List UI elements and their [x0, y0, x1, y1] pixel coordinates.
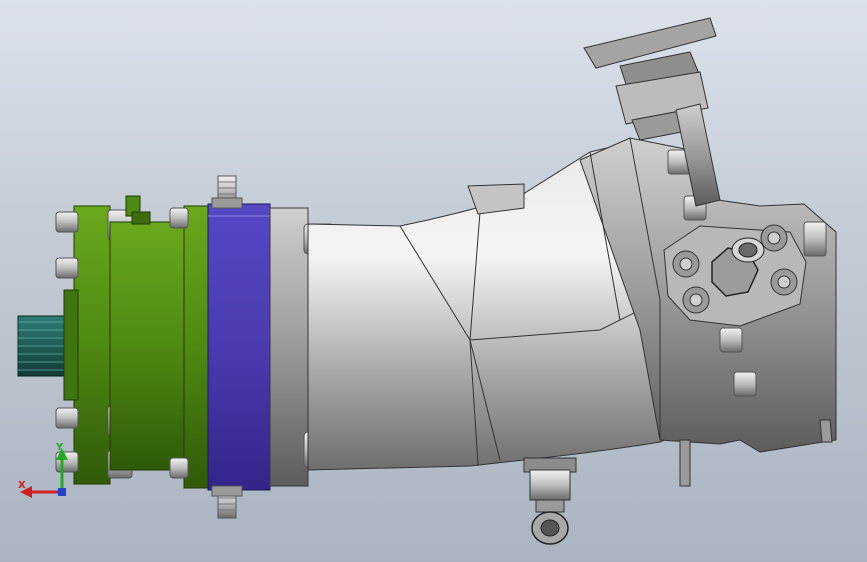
end-plate[interactable] — [207, 203, 271, 491]
pump-3d-model[interactable] — [0, 0, 867, 562]
coordinate-triad: X Y — [18, 442, 68, 498]
x-axis-label: X — [18, 480, 26, 491]
graphics-viewport[interactable]: X Y — [0, 0, 867, 562]
front-housing[interactable] — [109, 195, 209, 489]
drain-fitting[interactable] — [523, 457, 577, 545]
y-axis-label: Y — [55, 442, 64, 453]
z-axis-marker — [58, 488, 66, 496]
